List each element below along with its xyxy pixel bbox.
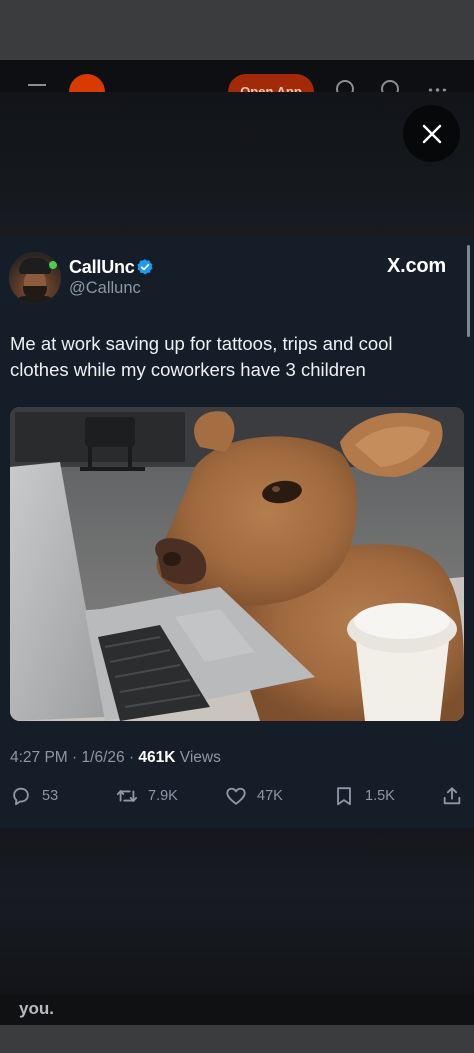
close-icon <box>422 124 441 143</box>
reply-button[interactable]: 53 <box>10 783 58 809</box>
bookmark-count: 1.5K <box>365 788 395 804</box>
bookmark-button[interactable]: 1.5K <box>333 783 395 809</box>
like-button[interactable]: 47K <box>225 783 283 809</box>
background-content <box>0 995 474 1025</box>
tweet-media-image[interactable] <box>10 407 464 721</box>
tweet-time: 4:27 PM <box>10 749 68 766</box>
repost-button[interactable]: 7.9K <box>116 783 178 809</box>
like-count: 47K <box>257 788 283 804</box>
top-status-strip <box>0 0 474 60</box>
share-button[interactable] <box>441 783 473 809</box>
background-app-header: Open App <box>0 60 474 96</box>
author-name[interactable]: CallUnc <box>69 257 135 278</box>
repost-count: 7.9K <box>148 788 178 804</box>
author-handle[interactable]: @Callunc <box>69 279 141 298</box>
repost-icon <box>116 790 138 802</box>
tweet-date: 1/6/26 <box>81 749 125 766</box>
calf-at-laptop-image <box>10 407 464 721</box>
bookmark-icon <box>337 787 351 806</box>
views-label: Views <box>179 749 221 766</box>
share-icon <box>443 787 461 805</box>
reply-icon <box>13 787 29 806</box>
lightbox-backdrop-top[interactable] <box>0 92 474 240</box>
tweet-metadata: 4:27 PM · 1/6/26 · 461K Views <box>10 749 221 766</box>
views-count: 461K <box>138 749 176 766</box>
avatar[interactable] <box>9 252 61 304</box>
source-link[interactable]: X.com <box>387 255 446 278</box>
menu-icon <box>28 84 46 86</box>
reply-count: 53 <box>42 788 59 804</box>
close-button[interactable] <box>403 105 460 162</box>
tweet-text: Me at work saving up for tattoos, trips … <box>10 333 393 380</box>
verified-badge-icon <box>137 259 153 275</box>
lightbox-backdrop-bottom[interactable] <box>0 828 474 996</box>
bottom-strip <box>0 1025 474 1053</box>
screen: Open App CallUnc @Callunc X.com Me at wo… <box>0 0 474 1053</box>
heart-icon <box>226 787 246 805</box>
background-post-text: you. <box>19 999 54 1018</box>
scrollbar[interactable] <box>467 245 470 337</box>
